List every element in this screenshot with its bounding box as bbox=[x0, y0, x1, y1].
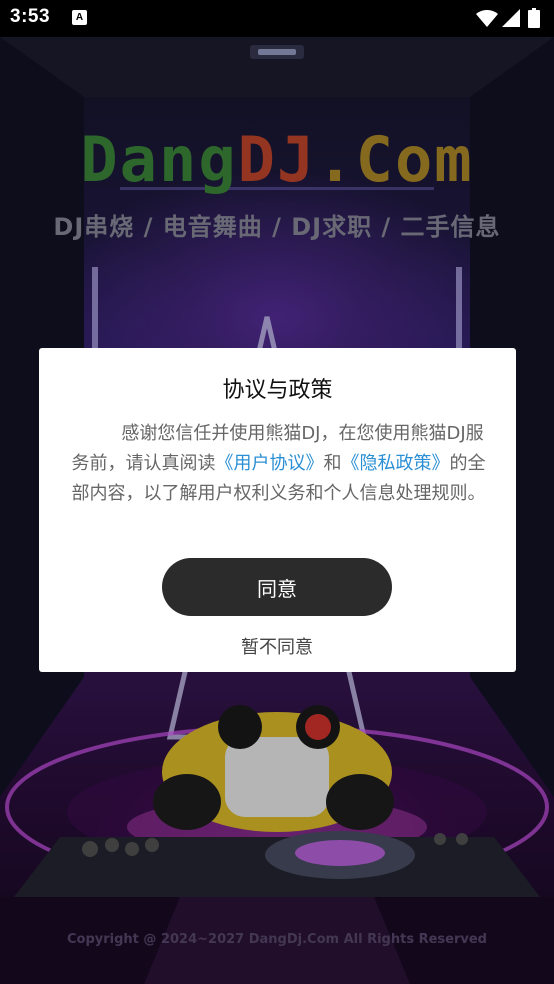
policy-dialog: 协议与政策 感谢您信任并使用熊猫DJ，在您使用熊猫DJ服务前，请认真阅读《用户协… bbox=[39, 348, 516, 672]
signal-icon bbox=[502, 9, 520, 27]
agree-button[interactable]: 同意 bbox=[162, 558, 392, 616]
dialog-title: 协议与政策 bbox=[222, 378, 333, 403]
notification-icon: A bbox=[72, 10, 87, 25]
battery-icon bbox=[528, 8, 540, 28]
status-bar: 3:53 A bbox=[0, 0, 554, 37]
body-text-and: 和 bbox=[323, 453, 342, 474]
privacy-policy-link[interactable]: 《隐私政策》 bbox=[342, 453, 450, 474]
dialog-body: 感谢您信任并使用熊猫DJ，在您使用熊猫DJ服务前，请认真阅读《用户协议》和《隐私… bbox=[66, 419, 491, 509]
status-time: 3:53 bbox=[10, 6, 51, 27]
user-agreement-link[interactable]: 《用户协议》 bbox=[216, 453, 324, 474]
disagree-button[interactable]: 暂不同意 bbox=[177, 633, 377, 659]
wifi-icon bbox=[476, 10, 498, 27]
